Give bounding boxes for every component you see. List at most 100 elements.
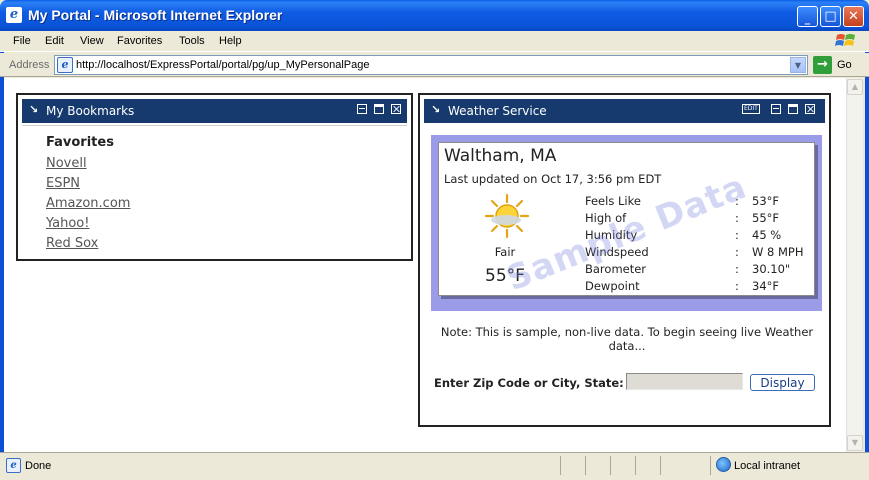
weather-row-value: W 8 MPH — [752, 245, 804, 259]
menu-favorites[interactable]: Favorites — [117, 35, 162, 47]
weather-row-value: 45 % — [752, 228, 782, 242]
weather-row-label: High of — [585, 211, 627, 225]
status-divider — [660, 456, 661, 475]
address-label: Address — [9, 59, 50, 71]
minimize-portlet-icon[interactable] — [357, 104, 367, 114]
vertical-scrollbar[interactable]: ▲ ▼ — [846, 78, 863, 452]
page-icon: e — [57, 57, 73, 73]
close-portlet-icon[interactable] — [391, 104, 401, 114]
menu-edit[interactable]: Edit — [45, 35, 64, 47]
scroll-down-icon[interactable]: ▼ — [847, 435, 863, 451]
weather-note: Note: This is sample, non-live data. To … — [440, 325, 814, 353]
arrow-down-right-icon[interactable]: ↘ — [431, 103, 440, 116]
chevron-down-icon[interactable]: ▼ — [790, 57, 806, 73]
sun-icon — [484, 193, 530, 239]
maximize-icon: □ — [824, 9, 837, 24]
maximize-portlet-icon[interactable] — [788, 104, 798, 114]
weather-details: Feels Like : 53°F High of : 55°F Humidit… — [585, 194, 815, 296]
weather-panel: Waltham, MA Last updated on Oct 17, 3:56… — [431, 135, 822, 311]
bookmark-link-yahoo[interactable]: Yahoo! — [46, 214, 130, 234]
close-button[interactable]: ✕ — [843, 6, 864, 27]
weather-header: ↘ Weather Service EDIT — [424, 99, 825, 123]
close-icon: ✕ — [848, 9, 859, 24]
weather-row-label: Feels Like — [585, 194, 641, 208]
zip-input[interactable] — [626, 373, 743, 390]
weather-portlet: ↘ Weather Service EDIT Waltham, MA Last … — [418, 93, 831, 427]
bookmark-link-novell[interactable]: Novell — [46, 154, 130, 174]
weather-row-feels-like: Feels Like : 53°F — [585, 194, 815, 211]
minimize-portlet-icon[interactable] — [771, 104, 781, 114]
status-divider — [585, 456, 586, 475]
weather-row-value: 30.10" — [752, 262, 791, 276]
weather-card: Waltham, MA Last updated on Oct 17, 3:56… — [438, 142, 815, 299]
status-bar: e Done Local intranet — [0, 452, 869, 480]
maximize-portlet-icon[interactable] — [374, 104, 384, 114]
weather-row-sep: : — [735, 245, 739, 259]
weather-row-windspeed: Windspeed : W 8 MPH — [585, 245, 815, 262]
weather-row-value: 34°F — [752, 279, 779, 293]
window-frame-right — [865, 31, 869, 480]
maximize-button[interactable]: □ — [820, 6, 841, 27]
weather-row-humidity: Humidity : 45 % — [585, 228, 815, 245]
weather-row-sep: : — [735, 211, 739, 225]
minimize-button[interactable]: _ — [797, 6, 818, 27]
menu-bar: File Edit View Favorites Tools Help — [0, 31, 869, 52]
go-arrow-icon[interactable]: → — [813, 56, 832, 74]
title-bar[interactable]: e My Portal - Microsoft Internet Explore… — [0, 0, 869, 31]
windows-logo-icon — [835, 34, 855, 46]
window-title: My Portal - Microsoft Internet Explorer — [28, 7, 283, 23]
go-button[interactable]: Go — [837, 59, 852, 71]
weather-condition: Fair — [494, 245, 516, 259]
weather-row-label: Humidity — [585, 228, 638, 242]
address-url[interactable]: http://localhost/ExpressPortal/portal/pg… — [76, 59, 370, 71]
minimize-icon: _ — [804, 12, 811, 25]
status-text: Done — [25, 460, 52, 472]
status-divider — [710, 456, 711, 475]
address-field[interactable]: e http://localhost/ExpressPortal/portal/… — [54, 55, 808, 75]
arrow-down-right-icon[interactable]: ↘ — [29, 103, 38, 116]
menu-tools[interactable]: Tools — [179, 35, 205, 47]
edit-portlet-button[interactable]: EDIT — [742, 104, 760, 114]
weather-row-barometer: Barometer : 30.10" — [585, 262, 815, 279]
weather-row-value: 55°F — [752, 211, 779, 225]
close-portlet-icon[interactable] — [805, 104, 815, 114]
weather-row-value: 53°F — [752, 194, 779, 208]
weather-title: Weather Service — [448, 104, 547, 118]
status-divider — [635, 456, 636, 475]
page-status-icon: e — [6, 458, 21, 473]
menu-view[interactable]: View — [80, 35, 104, 47]
display-button[interactable]: Display — [750, 374, 815, 391]
current-temperature: 55°F — [485, 266, 525, 286]
weather-updated: Last updated on Oct 17, 3:56 pm EDT — [444, 172, 662, 186]
favorites-heading: Favorites — [46, 135, 114, 150]
weather-row-label: Dewpoint — [585, 279, 640, 293]
bookmarks-header: ↘ My Bookmarks — [22, 99, 407, 123]
weather-row-sep: : — [735, 228, 739, 242]
weather-row-sep: : — [735, 194, 739, 208]
page-viewport: ↘ My Bookmarks Favorites Novell ESPN Ama… — [4, 78, 846, 452]
weather-row-sep: : — [735, 262, 739, 276]
intranet-globe-icon — [716, 457, 731, 472]
menu-file[interactable]: File — [13, 35, 31, 47]
portlet-divider — [22, 125, 407, 126]
scroll-up-icon[interactable]: ▲ — [847, 79, 863, 95]
status-divider — [560, 456, 561, 475]
bookmarks-portlet: ↘ My Bookmarks Favorites Novell ESPN Ama… — [16, 93, 413, 261]
bookmark-link-espn[interactable]: ESPN — [46, 174, 130, 194]
weather-row-dewpoint: Dewpoint : 34°F — [585, 279, 815, 296]
weather-city: Waltham, MA — [444, 146, 557, 166]
weather-row-high: High of : 55°F — [585, 211, 815, 228]
status-divider — [610, 456, 611, 475]
menu-help[interactable]: Help — [219, 35, 242, 47]
bookmarks-list: Favorites Novell ESPN Amazon.com Yahoo! … — [46, 135, 130, 254]
zone-text: Local intranet — [734, 460, 801, 472]
weather-row-label: Windspeed — [585, 245, 649, 259]
bookmark-link-amazon[interactable]: Amazon.com — [46, 194, 130, 214]
zip-label: Enter Zip Code or City, State: — [434, 376, 624, 390]
bookmark-link-redsox[interactable]: Red Sox — [46, 234, 130, 254]
address-bar: Address e http://localhost/ExpressPortal… — [0, 53, 869, 77]
ie-icon[interactable]: e — [6, 7, 22, 23]
bookmarks-title: My Bookmarks — [46, 104, 135, 118]
weather-row-sep: : — [735, 279, 739, 293]
weather-row-label: Barometer — [585, 262, 647, 276]
